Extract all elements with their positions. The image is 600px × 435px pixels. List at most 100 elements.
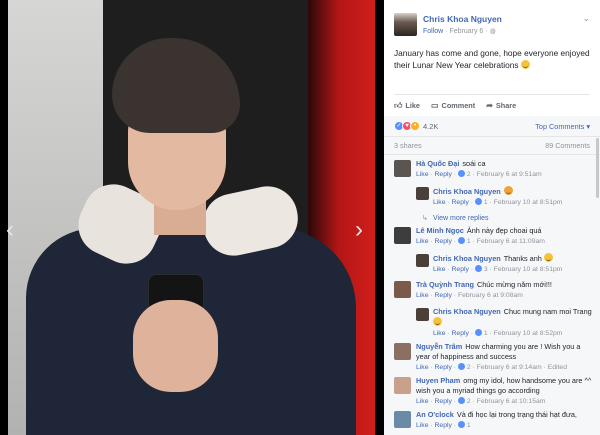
chevron-left-icon[interactable]: ‹ xyxy=(6,218,14,242)
comment-like-count[interactable]: 3 xyxy=(484,266,488,273)
post-photo[interactable] xyxy=(8,0,375,435)
comment-like-count[interactable]: 2 xyxy=(467,171,471,178)
comment-like-link[interactable]: Like xyxy=(416,238,428,245)
view-more-label: View more replies xyxy=(433,215,489,222)
comment-like-count[interactable]: 2 xyxy=(467,398,471,405)
comment-like-link[interactable]: Like xyxy=(433,330,445,337)
edited-label[interactable]: Edited xyxy=(548,364,567,371)
like-button[interactable]: 👍︎ Like xyxy=(394,101,420,111)
comment: Trà Quỳnh Trang Chúc mừng năm mới!!! Like… xyxy=(384,280,600,304)
comment-like-link[interactable]: Like xyxy=(416,292,428,299)
comment-like-link[interactable]: Like xyxy=(416,171,428,178)
like-count-icon xyxy=(457,237,465,244)
comment-reply: Chris Khoa Nguyen Chuc mung nam moi Trang… xyxy=(384,307,600,339)
comment-meta: Like · Reply · 1 · February 10 at 8:51pm xyxy=(433,198,563,206)
comment-author[interactable]: Nguyễn Trâm xyxy=(416,342,462,351)
comment-time[interactable]: February 6 at 9:14am xyxy=(477,364,542,371)
comment-time[interactable]: February 10 at 8:52pm xyxy=(494,330,563,337)
photo-viewer: ‹ › xyxy=(0,0,383,435)
avatar[interactable] xyxy=(394,377,411,394)
comment-meta: Like · Reply · 1 · February 10 at 8:52pm xyxy=(433,329,563,337)
avatar[interactable] xyxy=(394,160,411,177)
comment-text: Thanks anh xyxy=(503,254,542,263)
comment-like-link[interactable]: Like xyxy=(416,364,428,371)
comments-count[interactable]: 89 Comments xyxy=(545,141,590,150)
photo-hand xyxy=(133,300,218,392)
comment-like-count[interactable]: 1 xyxy=(484,330,488,337)
comment-text: Chuc mung nam moi Trang xyxy=(503,307,592,316)
scrollbar-thumb[interactable] xyxy=(596,138,599,198)
chevron-right-icon[interactable]: › xyxy=(355,218,363,242)
wow-reaction-icon[interactable]: • xyxy=(410,121,420,131)
avatar[interactable] xyxy=(416,308,429,321)
comment-author[interactable]: Hà Quốc Đại xyxy=(416,159,459,168)
view-more-replies-link[interactable]: ↳ View more replies xyxy=(384,213,600,226)
comment-reply-link[interactable]: Reply xyxy=(452,266,469,273)
comment-time[interactable]: February 6 at 9:51am xyxy=(477,171,542,178)
comment-button[interactable]: ▭ Comment xyxy=(431,101,475,110)
comment-meta: Like · Reply · 2 · February 6 at 9:14am … xyxy=(416,363,567,371)
comment-meta: Like · Reply · 1 xyxy=(416,421,471,429)
comment-author[interactable]: Chris Khoa Nguyen xyxy=(433,187,501,196)
avatar[interactable] xyxy=(416,187,429,200)
comment: Hà Quốc Đại soái ca Like · Reply · 2 · Fe… xyxy=(384,159,600,183)
comment-time[interactable]: February 10 at 8:51pm xyxy=(494,199,563,206)
like-count-icon xyxy=(457,397,465,404)
comment-author[interactable]: Huyen Pham xyxy=(416,376,460,385)
comment-like-count[interactable]: 1 xyxy=(484,199,488,206)
comment-like-link[interactable]: Like xyxy=(416,422,428,429)
comment-reply-link[interactable]: Reply xyxy=(435,238,452,245)
comment-like-count[interactable]: 2 xyxy=(467,364,471,371)
globe-icon: ◍ xyxy=(489,28,496,35)
avatar[interactable] xyxy=(394,343,411,360)
like-count-icon xyxy=(474,198,482,205)
comment-author[interactable]: Trà Quỳnh Trang xyxy=(416,280,474,289)
comment-text: soái ca xyxy=(462,159,486,168)
post-header: Chris Khoa Nguyen Follow · February 6 · … xyxy=(384,0,600,42)
comment-reply-link[interactable]: Reply xyxy=(435,171,452,178)
avatar[interactable] xyxy=(394,227,411,244)
like-count-icon xyxy=(457,170,465,177)
like-count-icon xyxy=(457,363,465,370)
comment-time[interactable]: February 6 at 10:15am xyxy=(477,398,546,405)
comment-reply-link[interactable]: Reply xyxy=(452,199,469,206)
smile-emoji-icon xyxy=(543,253,553,262)
comment-author[interactable]: Chris Khoa Nguyen xyxy=(433,254,501,263)
post-text-content: January has come and gone, hope everyone… xyxy=(394,48,590,70)
share-icon: ➦ xyxy=(486,101,493,110)
comment-like-link[interactable]: Like xyxy=(433,266,445,273)
comment-like-count[interactable]: 1 xyxy=(467,238,471,245)
comment-author[interactable]: An O'clock xyxy=(416,410,454,419)
comment-time[interactable]: February 10 at 8:51pm xyxy=(494,266,563,273)
comment-author[interactable]: Chris Khoa Nguyen xyxy=(433,307,501,316)
reaction-count[interactable]: 4.2K xyxy=(423,122,438,131)
comment-reply-link[interactable]: Reply xyxy=(435,364,452,371)
comment-reply-link[interactable]: Reply xyxy=(435,398,452,405)
like-label: Like xyxy=(405,101,420,110)
comment-meta: Like · Reply · February 6 at 9:08am xyxy=(416,292,523,299)
follow-link[interactable]: Follow xyxy=(423,28,443,35)
avatar[interactable] xyxy=(416,254,429,267)
comment-reply-link[interactable]: Reply xyxy=(435,292,452,299)
avatar[interactable] xyxy=(394,281,411,298)
comment-time[interactable]: February 6 at 11:09am xyxy=(477,238,545,245)
comment-reply-link[interactable]: Reply xyxy=(435,422,452,429)
share-button[interactable]: ➦ Share xyxy=(486,101,516,110)
chevron-down-icon[interactable]: ⌄ xyxy=(582,13,590,24)
comment-like-count[interactable]: 1 xyxy=(467,422,471,429)
comment-like-link[interactable]: Like xyxy=(433,199,445,206)
comment-author[interactable]: Lê Minh Ngọc xyxy=(416,226,464,235)
comment-reply-link[interactable]: Reply xyxy=(452,330,469,337)
post-text: January has come and gone, hope everyone… xyxy=(384,42,600,94)
avatar[interactable] xyxy=(394,411,411,428)
top-comments-dropdown[interactable]: Top Comments ▾ xyxy=(535,122,590,131)
shares-count[interactable]: 3 shares xyxy=(394,141,422,150)
author-avatar[interactable] xyxy=(394,13,417,36)
comment-label: Comment xyxy=(441,101,476,110)
comment-text: Chúc mừng năm mới!!! xyxy=(476,280,552,289)
post-date[interactable]: February 6 xyxy=(449,28,483,35)
author-name[interactable]: Chris Khoa Nguyen xyxy=(423,14,502,24)
comment-time[interactable]: February 6 at 9:08am xyxy=(458,292,523,299)
comment-reply: Chris Khoa Nguyen Like · Reply · 1 · Feb… xyxy=(384,186,600,210)
comment-like-link[interactable]: Like xyxy=(416,398,428,405)
